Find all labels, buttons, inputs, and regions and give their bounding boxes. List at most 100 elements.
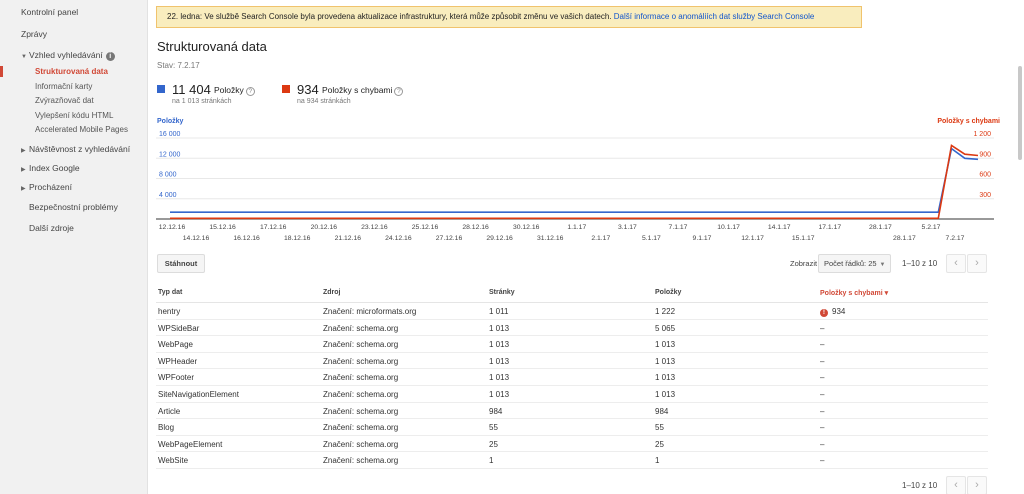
sidebar-subitem-amp[interactable]: Accelerated Mobile Pages [35, 125, 128, 134]
sidebar-item-messages[interactable]: Zprávy [21, 29, 47, 39]
scrollbar[interactable] [1016, 0, 1024, 494]
cell-items: 1 013 [655, 373, 676, 383]
banner-text: 22. ledna: Ve službě Search Console byla… [167, 12, 612, 21]
cell-items: 1 013 [655, 356, 676, 366]
x-tick-label: 5.2.17 [922, 224, 941, 231]
sidebar-item-google-index[interactable]: ▶ Index Google [21, 163, 80, 173]
cell-pages: 1 011 [489, 307, 509, 316]
cell-type: Blog [158, 423, 175, 433]
sidebar-subitem-structured-data[interactable]: Strukturovaná data [35, 67, 108, 76]
table-row[interactable]: Blog Značení: schema.org 55 55 – [156, 419, 988, 436]
x-tick-label: 12.1.17 [741, 235, 764, 242]
table-row[interactable]: Article Značení: schema.org 984 984 – [156, 403, 988, 420]
cell-pages: 1 013 [489, 340, 510, 350]
triangle-right-icon: ▶ [21, 148, 26, 154]
cell-type: SiteNavigationElement [158, 389, 239, 399]
x-tick-label: 9.1.17 [693, 235, 712, 242]
cell-source: Značení: schema.org [323, 439, 399, 449]
stat-items-sub: na 1 013 stránkách [172, 98, 232, 105]
x-tick-label: 28.12.16 [462, 224, 489, 231]
stat-errors-value: 934 [297, 82, 319, 97]
y-tick-right: 300 [979, 192, 991, 199]
data-table: Typ dat Zdroj Stránky Položky Položky s … [156, 285, 988, 469]
cell-pages: 55 [489, 423, 498, 433]
x-tick-label: 21.12.16 [335, 235, 362, 242]
x-tick-label: 5.1.17 [642, 235, 661, 242]
stat-items-value: 11 404 [172, 82, 211, 97]
cell-source: Značení: microformats.org [323, 307, 417, 316]
main-content: 22. ledna: Ve službě Search Console byla… [148, 0, 1010, 494]
x-tick-label: 17.1.17 [818, 224, 841, 231]
chart-svg: 16 000 12 000 8 000 4 000 1 200 900 600 300 12.1… [156, 131, 994, 242]
legend-swatch-errors [282, 85, 290, 93]
col-header-pages[interactable]: Stránky [489, 289, 515, 296]
cell-source: Značení: schema.org [323, 340, 399, 350]
sidebar-item-other-resources[interactable]: Další zdroje [29, 223, 74, 233]
sidebar-item-crawl[interactable]: ▶ Procházení [21, 182, 72, 192]
cell-type: WPHeader [158, 356, 198, 366]
sidebar-item-dashboard[interactable]: Kontrolní panel [21, 7, 78, 17]
pagination-range: 1–10 z 10 [902, 259, 938, 268]
prev-page-button[interactable]: ‹ [946, 254, 966, 273]
sidebar-item-security-issues[interactable]: Bezpečnostní problémy [29, 202, 118, 212]
col-header-source[interactable]: Zdroj [323, 289, 341, 296]
x-tick-label: 14.12.16 [183, 235, 210, 242]
cell-pages: 1 013 [489, 389, 510, 399]
cell-errors: – [820, 340, 825, 350]
sidebar-item-label: Návštěvnost z vyhledávání [29, 144, 131, 154]
cell-errors: – [820, 406, 825, 416]
x-tick-label: 24.12.16 [385, 235, 412, 242]
x-tick-label: 29.12.16 [486, 235, 513, 242]
download-button[interactable]: Stáhnout [157, 254, 205, 273]
prev-page-button-bottom[interactable]: ‹ [946, 476, 966, 494]
x-tick-label: 27.12.16 [436, 235, 463, 242]
cell-pages: 1 013 [489, 323, 510, 333]
col-header-items[interactable]: Položky [655, 289, 681, 296]
x-tick-label: 1.1.17 [567, 224, 586, 231]
sidebar-subitem-html-improvements[interactable]: Vylepšení kódu HTML [35, 111, 113, 120]
table-row[interactable]: WebPageElement Značení: schema.org 25 25 – [156, 436, 988, 453]
table-row[interactable]: WebSite Značení: schema.org 1 1 – [156, 452, 988, 469]
x-tick-label: 28.1.17 [893, 235, 916, 242]
banner-link[interactable]: Další informace o anomáliích dat služby … [614, 12, 815, 21]
table-row[interactable]: WebPage Značení: schema.org 1 013 1 013 – [156, 336, 988, 353]
sidebar-item-search-appearance[interactable]: ▼ Vzhled vyhledávání i [21, 50, 115, 61]
sidebar-item-label: Index Google [29, 163, 80, 173]
table-row[interactable]: WPFooter Značení: schema.org 1 013 1 013 – [156, 369, 988, 386]
help-icon[interactable]: ? [394, 87, 404, 96]
y-tick-right: 900 [979, 151, 991, 158]
info-icon[interactable]: i [105, 52, 115, 61]
next-page-button[interactable]: › [967, 254, 987, 273]
cell-source: Značení: schema.org [323, 406, 399, 416]
stat-errors-label: Položky s chybami? [322, 85, 404, 96]
y-tick-left: 16 000 [159, 131, 181, 138]
table-row[interactable]: SiteNavigationElement Značení: schema.org… [156, 386, 988, 403]
next-page-button-bottom[interactable]: › [967, 476, 987, 494]
help-icon[interactable]: ? [245, 87, 255, 96]
chart: Položky Položky s chybami 16 000 12 000 8 … [148, 114, 1010, 246]
pagination-range-bottom: 1–10 z 10 [902, 481, 938, 490]
x-tick-label: 25.12.16 [412, 224, 439, 231]
rows-per-page-select[interactable]: Počet řádků: 25 ▼ [818, 254, 891, 273]
col-header-type[interactable]: Typ dat [158, 289, 182, 296]
y-tick-left: 12 000 [159, 151, 181, 158]
cell-errors: ! 934 [820, 307, 845, 317]
sidebar-subitem-data-highlighter[interactable]: Zvýrazňovač dat [35, 96, 94, 105]
cell-source: Značení: schema.org [323, 356, 399, 366]
table-row[interactable]: WPHeader Značení: schema.org 1 013 1 013 – [156, 353, 988, 370]
table-row[interactable]: WPSideBar Značení: schema.org 1 013 5 065 – [156, 320, 988, 337]
x-tick-label: 7.1.17 [669, 224, 688, 231]
sidebar-subitem-rich-cards[interactable]: Informační karty [35, 82, 92, 91]
sidebar-item-search-traffic[interactable]: ▶ Návštěvnost z vyhledávání [21, 144, 130, 154]
scrollbar-thumb[interactable] [1018, 66, 1022, 160]
cell-items: 25 [655, 439, 664, 449]
stat-errors-sub: na 934 stránkách [297, 98, 351, 105]
cell-errors: – [820, 439, 825, 449]
x-tick-label: 3.1.17 [618, 224, 637, 231]
cell-pages: 984 [489, 406, 503, 416]
table-row[interactable]: hentry Značení: microformats.org 1 011 1 22… [156, 303, 988, 320]
cell-type: WebPage [158, 340, 193, 350]
x-tick-label: 12.12.16 [159, 224, 186, 231]
col-header-errors[interactable]: Položky s chybami ▾ [820, 289, 888, 297]
cell-errors: – [820, 356, 825, 366]
